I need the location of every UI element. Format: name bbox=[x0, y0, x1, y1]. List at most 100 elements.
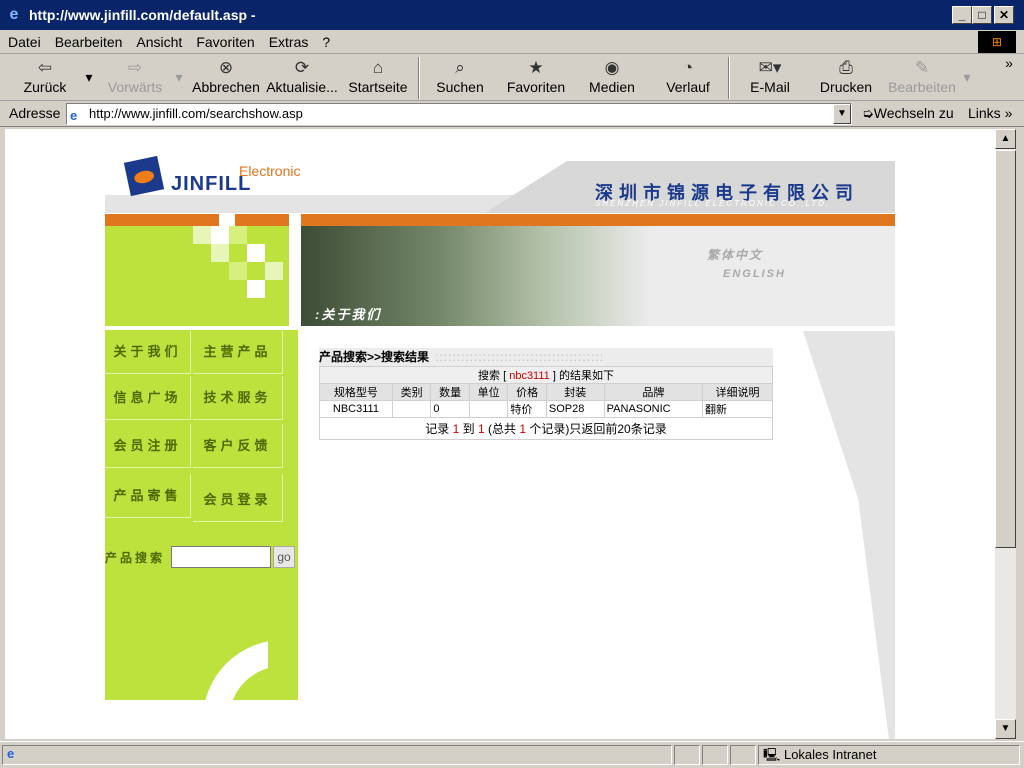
home-button[interactable]: ⌂ Startseite bbox=[344, 57, 412, 99]
go-button[interactable]: ➭Wechseln zu bbox=[862, 105, 954, 122]
menu-datei[interactable]: Datei bbox=[8, 34, 41, 50]
stop-icon: ⊗ bbox=[218, 58, 234, 77]
print-button[interactable]: ⎙ Drucken bbox=[816, 57, 876, 99]
media-button[interactable]: ◉ Medien bbox=[584, 57, 640, 99]
col-unit: 单位 bbox=[468, 383, 509, 401]
menu-favoriten[interactable]: Favoriten bbox=[196, 34, 254, 50]
nav-tech[interactable]: 技术服务 bbox=[193, 376, 283, 420]
search-icon: ⌕ bbox=[455, 58, 465, 77]
nav-register[interactable]: 会员注册 bbox=[105, 424, 191, 468]
caption-dots: ::::::::::::::::::::::::::::::::::::::: bbox=[435, 350, 605, 364]
col-package: 封装 bbox=[545, 383, 605, 401]
mail-button[interactable]: ✉▾ E-Mail bbox=[742, 57, 798, 99]
ie-icon: e bbox=[9, 6, 19, 23]
col-price: 价格 bbox=[507, 383, 547, 401]
results-title: 产品搜索>>搜索结果 bbox=[319, 350, 430, 364]
go-arrow-icon: ➭ bbox=[862, 105, 874, 121]
search-go-button[interactable]: go bbox=[273, 546, 295, 568]
toolbar-separator bbox=[728, 57, 730, 99]
mail-icon: ✉▾ bbox=[758, 58, 782, 77]
col-details: 详细说明 bbox=[702, 383, 773, 401]
toolbar-separator bbox=[418, 57, 420, 99]
query-row: 搜索 [ nbc3111 ] 的结果如下 bbox=[319, 366, 773, 384]
links-button[interactable]: Links » bbox=[968, 105, 1012, 121]
page-icon: e bbox=[70, 108, 78, 123]
address-label: Adresse bbox=[9, 105, 61, 121]
scroll-down-icon[interactable]: ▼ bbox=[995, 719, 1016, 739]
favorites-icon: ★ bbox=[528, 58, 544, 77]
address-input[interactable]: e http://www.jinfill.com/searchshow.asp … bbox=[66, 103, 852, 125]
edit-button[interactable]: ✎ Bearbeiten bbox=[884, 57, 960, 99]
menu-help[interactable]: ? bbox=[322, 34, 330, 50]
decor-arc bbox=[203, 640, 268, 700]
status-cell bbox=[702, 745, 728, 765]
search-results: 产品搜索>>搜索结果::::::::::::::::::::::::::::::… bbox=[319, 348, 773, 440]
cell-details[interactable]: 翻新 bbox=[702, 400, 773, 418]
cell-model[interactable]: NBC3111 bbox=[319, 400, 393, 418]
query-cell: 搜索 [ nbc3111 ] 的结果如下 bbox=[319, 366, 773, 384]
minimize-button[interactable]: _ bbox=[952, 6, 972, 24]
search-button[interactable]: ⌕ Suchen bbox=[430, 57, 490, 99]
stop-button[interactable]: ⊗ Abbrechen bbox=[190, 57, 262, 99]
col-model: 规格型号 bbox=[319, 383, 393, 401]
product-search: 产品搜索 go bbox=[105, 544, 298, 570]
cell-brand: PANASONIC bbox=[603, 400, 704, 418]
lang-traditional-link[interactable]: 繁体中文 bbox=[707, 246, 763, 263]
status-cell bbox=[674, 745, 700, 765]
logo-icon bbox=[123, 155, 165, 197]
back-button[interactable]: ⇦ Zurück bbox=[18, 57, 72, 99]
toolbar-more-button[interactable]: » bbox=[1002, 55, 1016, 97]
address-url: http://www.jinfill.com/searchshow.asp bbox=[89, 106, 303, 121]
col-quantity: 数量 bbox=[430, 383, 470, 401]
menu-ansicht[interactable]: Ansicht bbox=[136, 34, 182, 50]
nav-login[interactable]: 会员登录 bbox=[193, 474, 283, 522]
green-mosaic bbox=[105, 214, 289, 326]
home-icon: ⌂ bbox=[372, 58, 384, 77]
banner-label: :关于我们 bbox=[315, 307, 382, 322]
forward-button[interactable]: ⇨ Vorwärts bbox=[104, 57, 166, 99]
edit-icon: ✎ bbox=[914, 58, 930, 77]
menu-bearbeiten[interactable]: Bearbeiten bbox=[55, 34, 123, 50]
forward-arrow-icon: ⇨ bbox=[127, 58, 143, 77]
menu-extras[interactable]: Extras bbox=[269, 34, 309, 50]
nav-about[interactable]: 关于我们 bbox=[105, 330, 191, 374]
company-name-en: SHENZHEN JINFILL ELECTRONIC CO.,LTD. bbox=[595, 199, 831, 208]
orange-bar-right bbox=[301, 214, 895, 226]
cell-unit bbox=[468, 400, 509, 418]
refresh-button[interactable]: ⟳ Aktualisie... bbox=[264, 57, 340, 99]
results-table: 搜索 [ nbc3111 ] 的结果如下 规格型号 类别 数量 单位 价格 封装… bbox=[319, 366, 773, 440]
cell-category bbox=[391, 400, 432, 418]
intranet-icon: 🖳 bbox=[763, 747, 781, 762]
history-button[interactable]: ◔ Verlauf bbox=[660, 57, 716, 99]
window-title: http://www.jinfill.com/default.asp - bbox=[29, 7, 256, 23]
history-icon: ◔ bbox=[682, 58, 694, 77]
banner: :关于我们 繁体中文 ENGLISH bbox=[301, 226, 895, 326]
close-button[interactable]: ✕ bbox=[994, 6, 1014, 24]
favorites-button[interactable]: ★ Favoriten bbox=[502, 57, 570, 99]
orange-bar-left bbox=[105, 214, 289, 226]
col-brand: 品牌 bbox=[603, 383, 704, 401]
results-caption: 产品搜索>>搜索结果::::::::::::::::::::::::::::::… bbox=[319, 348, 773, 366]
maximize-button[interactable]: □ bbox=[972, 6, 992, 24]
page-viewport: JINFILL Electronic 深圳市锦源电子有限公司 SHENZHEN … bbox=[5, 129, 995, 739]
product-search-input[interactable] bbox=[171, 546, 271, 568]
logo-tagline: Electronic bbox=[239, 163, 301, 179]
scroll-up-icon[interactable]: ▲ bbox=[995, 129, 1016, 149]
nav-feedback[interactable]: 客户反馈 bbox=[193, 424, 283, 468]
title-bar: e http://www.jinfill.com/default.asp - bbox=[0, 0, 1024, 30]
address-dropdown-icon[interactable]: ▼ bbox=[833, 104, 851, 124]
cell-quantity: 0 bbox=[430, 400, 470, 418]
nav-products[interactable]: 主营产品 bbox=[193, 330, 283, 374]
menu-bar: Datei Bearbeiten Ansicht Favoriten Extra… bbox=[0, 30, 1024, 54]
lang-english-link[interactable]: ENGLISH bbox=[723, 268, 786, 280]
nav-info[interactable]: 信息广场 bbox=[105, 376, 191, 420]
left-nav: 关于我们 主营产品 信息广场 技术服务 会员注册 客户反馈 产品寄售 会员登录 … bbox=[105, 330, 298, 700]
back-arrow-icon: ⇦ bbox=[37, 58, 53, 77]
media-icon: ◉ bbox=[604, 58, 620, 77]
zone-cell: 🖳 Lokales Intranet bbox=[758, 745, 1020, 765]
toolbar: ⇦ Zurück ▾ ⇨ Vorwärts ▾ ⊗ Abbrechen ⟳ Aktual… bbox=[0, 55, 1024, 101]
nav-consign[interactable]: 产品寄售 bbox=[105, 474, 191, 518]
scroll-thumb[interactable] bbox=[995, 150, 1016, 548]
footer-cell: 记录 1 到 1 (总共 1 个记录)只返回前20条记录 bbox=[319, 417, 773, 440]
vertical-scrollbar[interactable]: ▲ ▼ bbox=[995, 129, 1016, 739]
